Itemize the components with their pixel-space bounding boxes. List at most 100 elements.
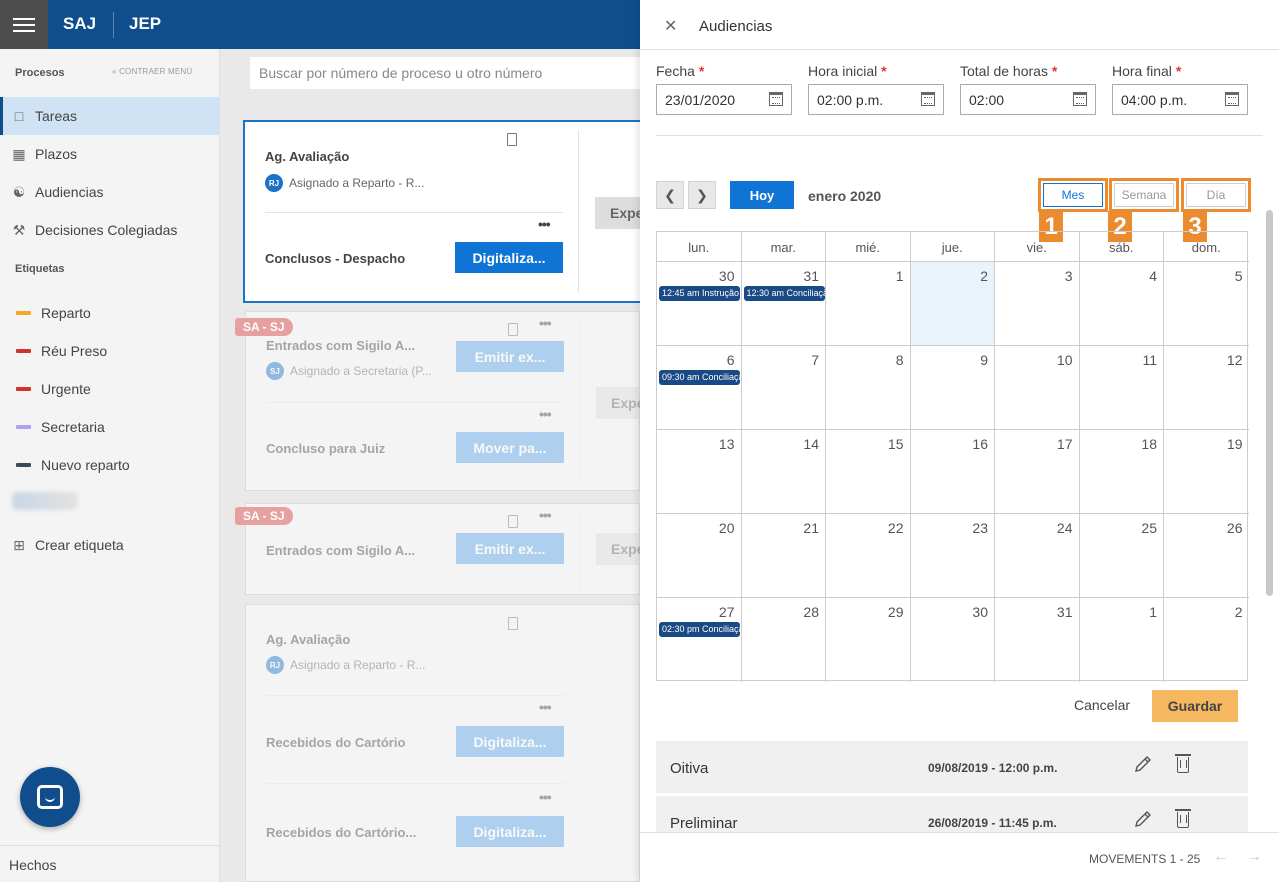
hora-final-input[interactable]: 04:00 p.m. (1112, 84, 1248, 115)
view-month-button[interactable]: Mes (1038, 178, 1108, 212)
document-icon[interactable] (508, 515, 518, 528)
calendar-day[interactable]: 11 (1080, 346, 1164, 430)
task-card[interactable]: Ag. Avaliação RJ Asignado a Reparto - R.… (245, 604, 640, 882)
view-day-button[interactable]: Día (1181, 178, 1251, 212)
calendar-day[interactable]: 12 (1164, 346, 1249, 430)
save-button[interactable]: Guardar (1152, 690, 1238, 722)
expedir-button[interactable]: Expe (596, 533, 646, 565)
next-page-icon[interactable]: → (1246, 848, 1262, 866)
calendar-day[interactable]: 31 (995, 598, 1080, 682)
more-options-icon[interactable]: ••• (538, 216, 551, 232)
move-button[interactable]: Mover pa... (456, 432, 564, 463)
digitalize-button[interactable]: Digitaliza... (455, 242, 563, 273)
document-icon[interactable] (508, 323, 518, 336)
search-input[interactable]: Buscar por número de proceso u otro núme… (250, 57, 650, 89)
calendar-day[interactable]: 2 (1164, 598, 1249, 682)
more-options-icon[interactable]: ••• (539, 507, 552, 523)
sidebar-item-decisiones[interactable]: ⚒ Decisiones Colegiadas (0, 211, 220, 249)
calendar-day[interactable]: 22 (826, 514, 911, 598)
digitalize-button[interactable]: Digitaliza... (456, 726, 564, 757)
emitir-button[interactable]: Emitir ex... (456, 341, 564, 372)
edit-icon[interactable] (1134, 810, 1152, 828)
calendar-day-today[interactable]: 2 (910, 262, 995, 346)
more-options-icon[interactable]: ••• (539, 789, 552, 805)
calendar-day[interactable]: 18 (1080, 430, 1164, 514)
chat-button[interactable] (20, 767, 80, 827)
fecha-input[interactable]: 23/01/2020 (656, 84, 792, 115)
hora-inicial-input[interactable]: 02:00 p.m. (808, 84, 944, 115)
calendar-day[interactable]: 23 (911, 514, 995, 598)
more-options-icon[interactable]: ••• (539, 315, 552, 331)
expedir-button[interactable]: Expe (595, 197, 645, 229)
more-options-icon[interactable]: ••• (539, 699, 552, 715)
hearing-row[interactable]: Oitiva 09/08/2019 - 12:00 p.m. (656, 741, 1248, 793)
tag-secretaria[interactable]: Secretaria (16, 419, 105, 435)
calendar-day[interactable]: 30 (911, 598, 995, 682)
emitir-button[interactable]: Emitir ex... (456, 533, 564, 564)
calendar-day[interactable]: 25 (1080, 514, 1164, 598)
task-card[interactable]: ••• Entrados com Sigilo A... Emitir ex..… (245, 311, 646, 491)
total-horas-input[interactable]: 02:00 (960, 84, 1096, 115)
calendar-day[interactable]: 13 (657, 430, 742, 514)
calendar-day[interactable]: 6 09:30 am Conciliação (657, 346, 742, 430)
collapse-menu-button[interactable]: « CONTRAER MENÚ (112, 67, 192, 76)
calendar-day[interactable]: 4 (1080, 262, 1164, 346)
calendar-day[interactable]: 27 02:30 pm Conciliação (657, 598, 742, 682)
sidebar-footer-hechos[interactable]: Hechos (0, 845, 220, 882)
close-icon[interactable]: ✕ (664, 16, 677, 36)
hearing-row[interactable]: Preliminar 26/08/2019 - 11:45 p.m. (656, 796, 1248, 832)
calendar-day[interactable]: 3 (995, 262, 1080, 346)
calendar-day[interactable]: 21 (742, 514, 826, 598)
calendar-event[interactable]: 12:45 am Instrução (659, 286, 740, 301)
create-label-button[interactable]: ⊞ Crear etiqueta (0, 526, 220, 564)
calendar-day[interactable]: 8 (826, 346, 911, 430)
prev-page-icon[interactable]: ← (1213, 848, 1229, 866)
calendar-icon[interactable] (1073, 92, 1087, 106)
calendar-day[interactable]: 31 12:30 am Conciliação (742, 262, 826, 346)
view-week-button[interactable]: Semana (1109, 178, 1179, 212)
calendar-day[interactable]: 5 (1164, 262, 1249, 346)
calendar-day[interactable]: 16 (911, 430, 995, 514)
brand-jep[interactable]: JEP (129, 14, 161, 34)
tag-reu-preso[interactable]: Réu Preso (16, 343, 107, 359)
tag-urgente[interactable]: Urgente (16, 381, 91, 397)
prev-month-button[interactable]: ❮ (656, 181, 684, 209)
calendar-day[interactable]: 17 (995, 430, 1080, 514)
calendar-day[interactable]: 30 12:45 am Instrução (657, 262, 742, 346)
task-card[interactable]: ••• Entrados com Sigilo A... Emitir ex..… (245, 503, 646, 595)
calendar-event[interactable]: 12:30 am Conciliação (743, 286, 825, 301)
blurred-tag[interactable] (12, 492, 78, 510)
scrollbar[interactable] (1266, 210, 1273, 596)
hamburger-menu-icon[interactable] (0, 0, 48, 49)
tag-reparto[interactable]: Reparto (16, 305, 91, 321)
edit-icon[interactable] (1134, 755, 1152, 773)
task-card[interactable]: Ag. Avaliação RJ Asignado a Reparto - R.… (243, 120, 645, 303)
calendar-icon[interactable] (921, 92, 935, 106)
calendar-day[interactable]: 14 (742, 430, 826, 514)
calendar-day[interactable]: 26 (1164, 514, 1249, 598)
calendar-day[interactable]: 9 (911, 346, 995, 430)
calendar-day[interactable]: 19 (1164, 430, 1249, 514)
calendar-day[interactable]: 10 (995, 346, 1080, 430)
calendar-day[interactable]: 1 (826, 262, 911, 346)
tag-nuevo-reparto[interactable]: Nuevo reparto (16, 457, 130, 473)
digitalize-button[interactable]: Digitaliza... (456, 816, 564, 847)
calendar-day[interactable]: 7 (742, 346, 826, 430)
cancel-button[interactable]: Cancelar (1074, 697, 1130, 713)
calendar-day[interactable]: 1 (1080, 598, 1164, 682)
sidebar-item-plazos[interactable]: ▦ Plazos (0, 135, 220, 173)
delete-icon[interactable] (1175, 754, 1191, 773)
calendar-event[interactable]: 09:30 am Conciliação (659, 370, 740, 385)
calendar-icon[interactable] (1225, 92, 1239, 106)
delete-icon[interactable] (1175, 809, 1191, 828)
calendar-day[interactable]: 20 (657, 514, 742, 598)
calendar-day[interactable]: 29 (826, 598, 911, 682)
calendar-day[interactable]: 15 (826, 430, 911, 514)
document-icon[interactable] (508, 617, 518, 630)
expedir-button[interactable]: Expe (596, 387, 646, 419)
sidebar-item-tareas[interactable]: □ Tareas (0, 97, 220, 135)
document-icon[interactable] (507, 133, 517, 146)
calendar-day[interactable]: 24 (995, 514, 1080, 598)
next-month-button[interactable]: ❯ (688, 181, 716, 209)
today-button[interactable]: Hoy (730, 181, 794, 209)
